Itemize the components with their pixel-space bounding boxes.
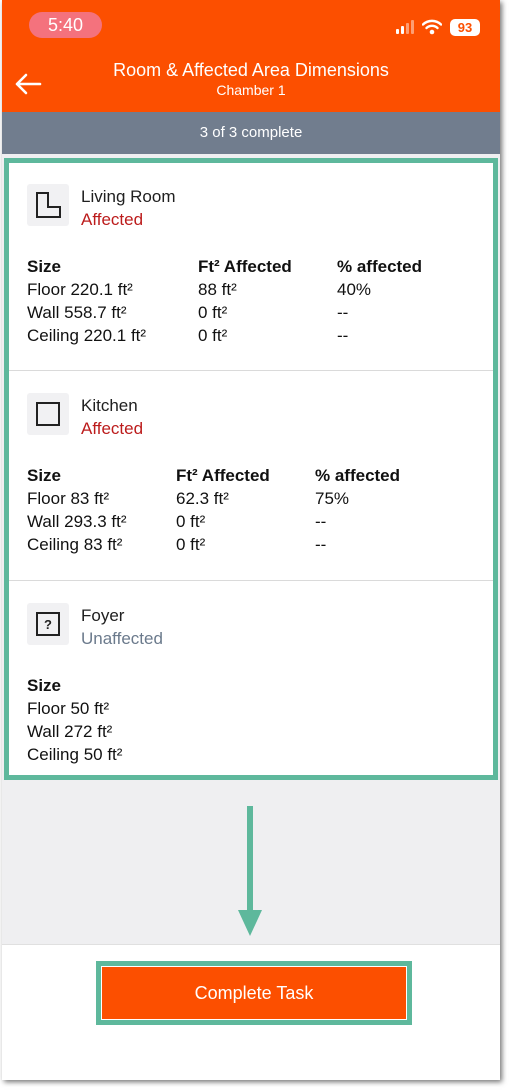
ceiling-affected: 0 ft² — [198, 326, 228, 345]
affected-header: Ft² Affected — [176, 466, 270, 485]
page-title: Room & Affected Area Dimensions — [113, 60, 389, 80]
wall-affected: 0 ft² — [198, 303, 228, 322]
size-header: Size — [27, 466, 62, 485]
page-subtitle: Chamber 1 — [216, 82, 286, 98]
svg-text:?: ? — [44, 617, 52, 632]
footer: Complete Task — [2, 944, 500, 1080]
square-room-icon — [27, 393, 69, 435]
unknown-room-icon: ? — [27, 603, 69, 645]
app-screen: 5:40 93 Room & Affected Area Dimensions … — [2, 0, 500, 1080]
ceiling-size: Ceiling 83 ft² — [27, 535, 123, 554]
floor-size: Floor 50 ft² — [27, 699, 110, 718]
room-status: Affected — [81, 210, 144, 229]
size-column: Size Floor 83 ft² Wall 293.3 ft² Ceiling… — [27, 464, 127, 556]
percent-column: % affected 75% -- -- — [315, 464, 400, 556]
wall-percent: -- — [337, 303, 349, 322]
ceiling-percent: -- — [315, 535, 327, 554]
progress-status: 3 of 3 complete — [2, 112, 500, 154]
floor-size: Floor 220.1 ft² — [27, 280, 133, 299]
floor-affected: 62.3 ft² — [176, 489, 229, 508]
cellular-signal-icon — [396, 20, 414, 34]
affected-header: Ft² Affected — [198, 257, 292, 276]
size-header: Size — [27, 676, 62, 695]
room-name: Living Room — [81, 187, 176, 206]
complete-task-button[interactable]: Complete Task — [102, 967, 406, 1019]
room-status: Unaffected — [81, 629, 163, 648]
percent-header: % affected — [315, 466, 401, 485]
floor-percent: 40% — [337, 280, 372, 299]
percent-header: % affected — [337, 257, 423, 276]
room-card-living-room[interactable]: Living Room Affected Size Floor 220.1 ft… — [9, 163, 493, 370]
room-name: Kitchen — [81, 396, 138, 415]
ceiling-percent: -- — [337, 326, 349, 345]
room-name: Foyer — [81, 606, 125, 625]
ceiling-size: Ceiling 220.1 ft² — [27, 326, 147, 345]
down-arrow-icon — [238, 806, 262, 936]
size-column: Size Floor 50 ft² Wall 272 ft² Ceiling 5… — [27, 674, 122, 766]
wall-size: Wall 558.7 ft² — [27, 303, 127, 322]
app-header: 5:40 93 Room & Affected Area Dimensions … — [2, 0, 500, 112]
floor-affected: 88 ft² — [198, 280, 237, 299]
floor-percent: 75% — [315, 489, 350, 508]
affected-column: Ft² Affected 62.3 ft² 0 ft² 0 ft² — [176, 464, 270, 556]
complete-task-highlight: Complete Task — [96, 961, 412, 1025]
wall-affected: 0 ft² — [176, 512, 206, 531]
battery-icon: 93 — [450, 18, 480, 36]
wall-size: Wall 293.3 ft² — [27, 512, 127, 531]
floor-size: Floor 83 ft² — [27, 489, 110, 508]
room-card-foyer[interactable]: ? Foyer Unaffected Size Floor 50 ft² Wal… — [9, 581, 493, 775]
size-header: Size — [27, 257, 62, 276]
wall-size: Wall 272 ft² — [27, 722, 113, 741]
ceiling-affected: 0 ft² — [176, 535, 206, 554]
room-card-kitchen[interactable]: Kitchen Affected Size Floor 83 ft² Wall … — [9, 371, 493, 580]
ceiling-size: Ceiling 50 ft² — [27, 745, 123, 764]
percent-column: % affected 40% -- -- — [337, 255, 422, 347]
affected-column: Ft² Affected 88 ft² 0 ft² 0 ft² — [198, 255, 292, 347]
size-column: Size Floor 220.1 ft² Wall 558.7 ft² Ceil… — [27, 255, 146, 347]
room-list: Living Room Affected Size Floor 220.1 ft… — [4, 158, 498, 780]
wifi-icon — [422, 19, 442, 35]
l-shaped-room-icon — [27, 184, 69, 226]
status-time: 5:40 — [29, 12, 102, 38]
room-status: Affected — [81, 419, 144, 438]
status-icons: 93 — [396, 18, 480, 36]
wall-percent: -- — [315, 512, 327, 531]
